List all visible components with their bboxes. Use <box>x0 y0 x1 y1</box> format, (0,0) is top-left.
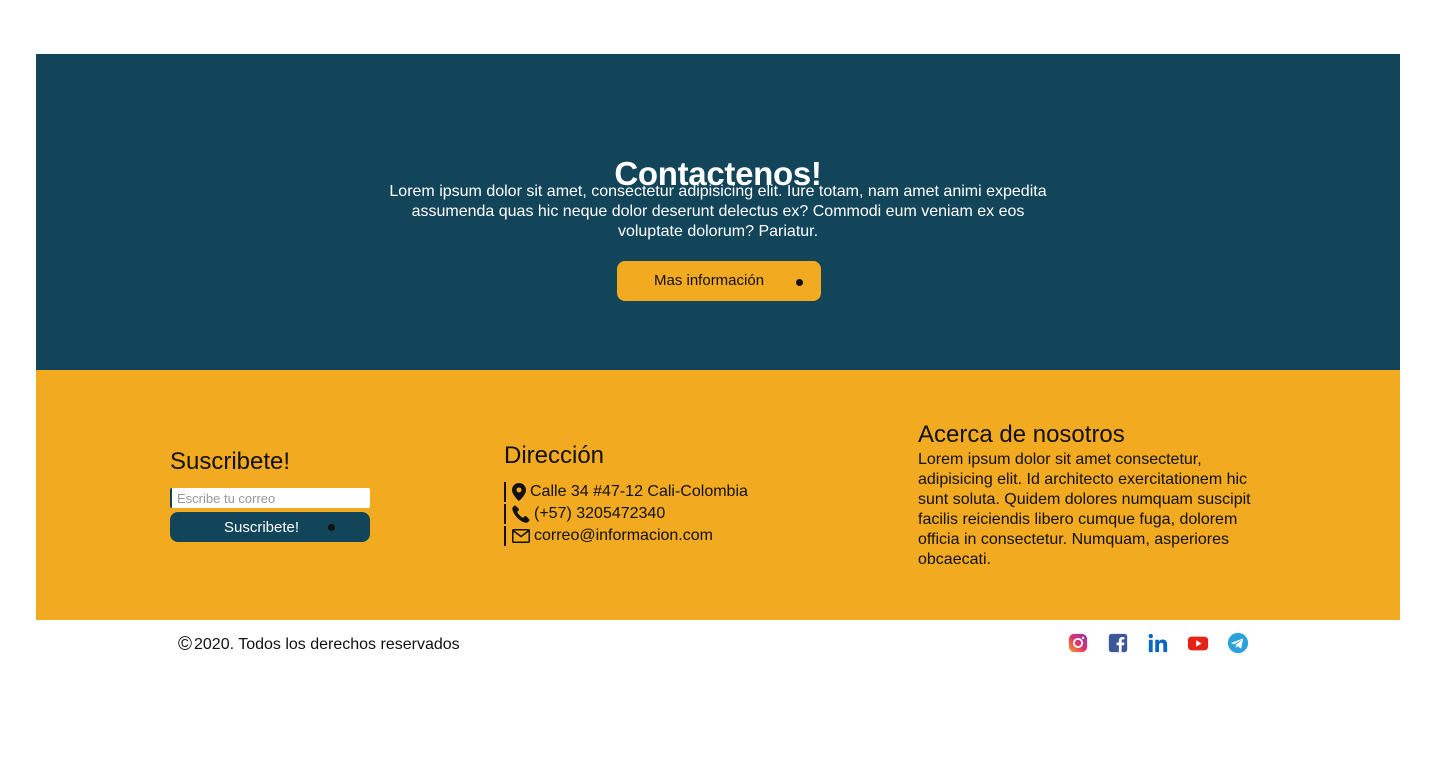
subscribe-button[interactable]: Suscribete! <box>170 512 370 542</box>
copyright-symbol: © <box>178 634 192 655</box>
dot-icon <box>796 279 803 286</box>
telegram-icon[interactable] <box>1227 632 1249 654</box>
phone-item: (+57) 3205472340 <box>504 504 665 524</box>
email-item: correo@informacion.com <box>504 526 713 546</box>
address-text: Calle 34 #47-12 Cali-Colombia <box>530 483 748 500</box>
email-input[interactable] <box>170 488 370 508</box>
more-info-label: Mas información <box>654 272 765 289</box>
contact-description: Lorem ipsum dolor sit amet, consectetur … <box>389 183 1047 240</box>
more-info-button[interactable]: Mas información <box>617 261 821 301</box>
dot-icon <box>328 524 335 531</box>
facebook-icon[interactable] <box>1107 632 1129 654</box>
address-title: Dirección <box>504 442 605 469</box>
email-text: correo@informacion.com <box>534 527 713 544</box>
linkedin-icon[interactable] <box>1147 632 1169 654</box>
about-text: Lorem ipsum dolor sit amet consectetur, … <box>918 451 1251 568</box>
envelope-icon <box>512 529 530 543</box>
contact-section: Contactenos! Lorem ipsum dolor sit amet,… <box>36 54 1400 370</box>
instagram-icon[interactable] <box>1067 632 1089 654</box>
subscribe-button-label: Suscribete! <box>224 519 300 536</box>
phone-icon <box>512 505 530 523</box>
copyright: © 2020. Todos los derechos reservados <box>178 634 460 656</box>
copyright-text: 2020. Todos los derechos reservados <box>194 636 460 653</box>
footer-section: Suscribete! Suscribete! Dirección Calle … <box>36 370 1400 620</box>
youtube-icon[interactable] <box>1187 632 1209 654</box>
about-title: Acerca de nosotros <box>918 421 1125 448</box>
phone-text: (+57) 3205472340 <box>534 505 666 522</box>
address-item: Calle 34 #47-12 Cali-Colombia <box>504 482 748 502</box>
map-marker-icon <box>512 483 526 501</box>
subscribe-title: Suscribete! <box>170 448 291 475</box>
